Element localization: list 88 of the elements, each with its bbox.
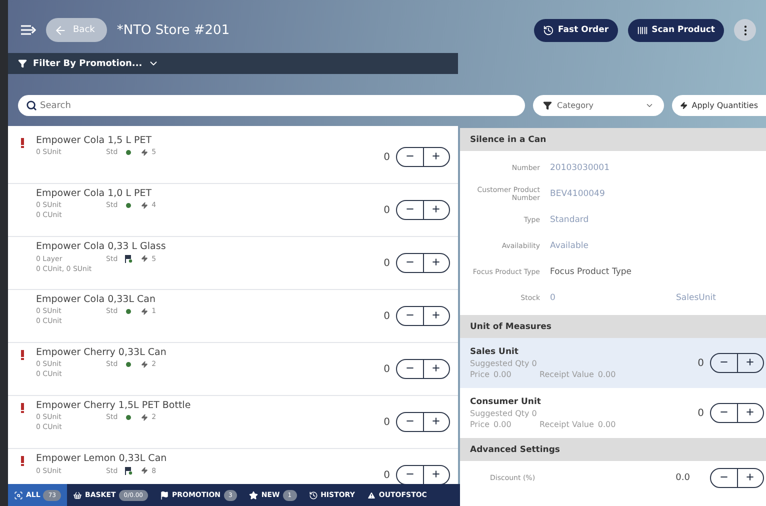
unit-name: Sales Unit bbox=[470, 347, 520, 357]
status-dot bbox=[126, 362, 131, 366]
quantity-value: 0 bbox=[384, 152, 390, 162]
plus-icon bbox=[431, 204, 442, 214]
quantity-value: 0 bbox=[384, 258, 390, 268]
filter-icon bbox=[543, 101, 552, 110]
plus-icon bbox=[431, 469, 442, 479]
field-value: 20103030001 bbox=[550, 163, 610, 173]
field-value: 0 bbox=[550, 293, 556, 303]
section-header: Advanced Settings bbox=[460, 438, 766, 461]
price-value: 0.00 bbox=[494, 420, 512, 429]
basket-icon bbox=[72, 490, 82, 500]
status-dot bbox=[126, 308, 131, 314]
flag-icon bbox=[124, 466, 133, 475]
plus-icon bbox=[745, 472, 756, 482]
status-dot bbox=[126, 150, 131, 154]
quantity-value: 0 bbox=[384, 416, 390, 428]
promotion-icon bbox=[140, 360, 148, 368]
plus-icon bbox=[431, 363, 442, 373]
suggested-qty: Suggested Qty 0 bbox=[470, 359, 538, 368]
menu-icon bbox=[20, 24, 36, 36]
plus-icon bbox=[431, 416, 442, 426]
warning-icon bbox=[366, 490, 376, 500]
product-name: Empower Cherry 1,5L PET Bottle bbox=[36, 400, 192, 411]
product-name: Empower Cola 0,33L Can bbox=[36, 294, 157, 305]
unit-row[interactable]: Sales Unit Suggested Qty 0 Price 0.00 Receipt Value 0.00 0 bbox=[460, 338, 766, 388]
star-icon bbox=[249, 490, 258, 500]
field-unit: SalesUnit bbox=[676, 293, 717, 303]
product-name: Empower Cola 0,33 L Glass bbox=[36, 241, 167, 252]
quantity-value: 0 bbox=[384, 310, 390, 322]
plus-icon bbox=[431, 151, 442, 161]
field-value: Available bbox=[550, 241, 590, 251]
promotion-icon bbox=[140, 148, 148, 156]
category-dropdown[interactable]: Category bbox=[533, 95, 664, 116]
promotion-icon bbox=[140, 202, 148, 208]
fast-order-button[interactable]: Fast Order bbox=[534, 18, 618, 42]
filter-dropdown[interactable]: Filter By Promotion... bbox=[8, 53, 458, 74]
receipt-label: Receipt Value bbox=[540, 370, 594, 379]
price-label: Price bbox=[470, 370, 490, 379]
field-value: Standard bbox=[550, 215, 590, 225]
flag-icon bbox=[124, 254, 133, 263]
search-icon bbox=[26, 100, 37, 111]
product-name: Empower Cola 1,0 L PET bbox=[36, 188, 153, 199]
promotion-icon bbox=[140, 414, 148, 420]
barcode-icon bbox=[636, 24, 648, 36]
receipt-value: 0.00 bbox=[598, 370, 616, 379]
promotion-icon bbox=[140, 467, 148, 474]
lightning-icon bbox=[680, 101, 688, 110]
promotion-icon bbox=[140, 255, 148, 262]
field-value: 0.0 bbox=[676, 473, 690, 483]
quantity-value: 0 bbox=[698, 358, 704, 368]
plus-icon bbox=[745, 357, 756, 367]
apply-quantities-button[interactable]: Apply Quantities bbox=[672, 95, 766, 116]
plus-icon bbox=[431, 257, 442, 267]
product-name: Empower Cherry 0,33L Can bbox=[36, 347, 168, 358]
search-field[interactable]: Search bbox=[18, 95, 525, 116]
plus-icon bbox=[431, 310, 442, 320]
suggested-qty: Suggested Qty 0 bbox=[470, 409, 538, 418]
section-header: Unit of Measures bbox=[460, 315, 766, 338]
arrow-left-icon bbox=[54, 24, 67, 36]
receipt-label: Receipt Value bbox=[540, 420, 594, 429]
product-name: Empower Cola 1,5 L PET bbox=[36, 135, 153, 146]
flag-icon bbox=[160, 490, 169, 500]
price-label: Price bbox=[470, 420, 490, 429]
unit-name: Consumer Unit bbox=[470, 397, 542, 407]
clock-icon bbox=[543, 24, 554, 36]
field-value: BEV4100049 bbox=[550, 189, 606, 199]
promotion-icon bbox=[140, 308, 148, 314]
status-dot bbox=[126, 202, 131, 208]
status-dot bbox=[126, 414, 131, 420]
plus-icon bbox=[745, 407, 756, 417]
store-title: *NTO Store #201 bbox=[116, 22, 231, 38]
product-name: Empower Lemon 0,33L Can bbox=[36, 453, 168, 464]
receipt-value: 0.00 bbox=[598, 420, 616, 429]
scan-icon bbox=[14, 490, 23, 500]
history-icon bbox=[308, 490, 318, 500]
quantity-value: 0 bbox=[384, 364, 390, 374]
field-value: Focus Product Type bbox=[550, 267, 632, 277]
price-value: 0.00 bbox=[494, 370, 512, 379]
quantity-value: 0 bbox=[698, 408, 704, 418]
more-button[interactable] bbox=[734, 19, 756, 41]
filter-icon bbox=[18, 59, 27, 68]
quantity-value: 0 bbox=[384, 470, 390, 480]
chevron-down-icon bbox=[645, 101, 654, 110]
menu-button[interactable] bbox=[20, 24, 36, 36]
quantity-value: 0 bbox=[384, 204, 390, 216]
section-header: Silence in a Can bbox=[460, 128, 766, 151]
scan-product-button[interactable]: Scan Product bbox=[628, 18, 724, 42]
